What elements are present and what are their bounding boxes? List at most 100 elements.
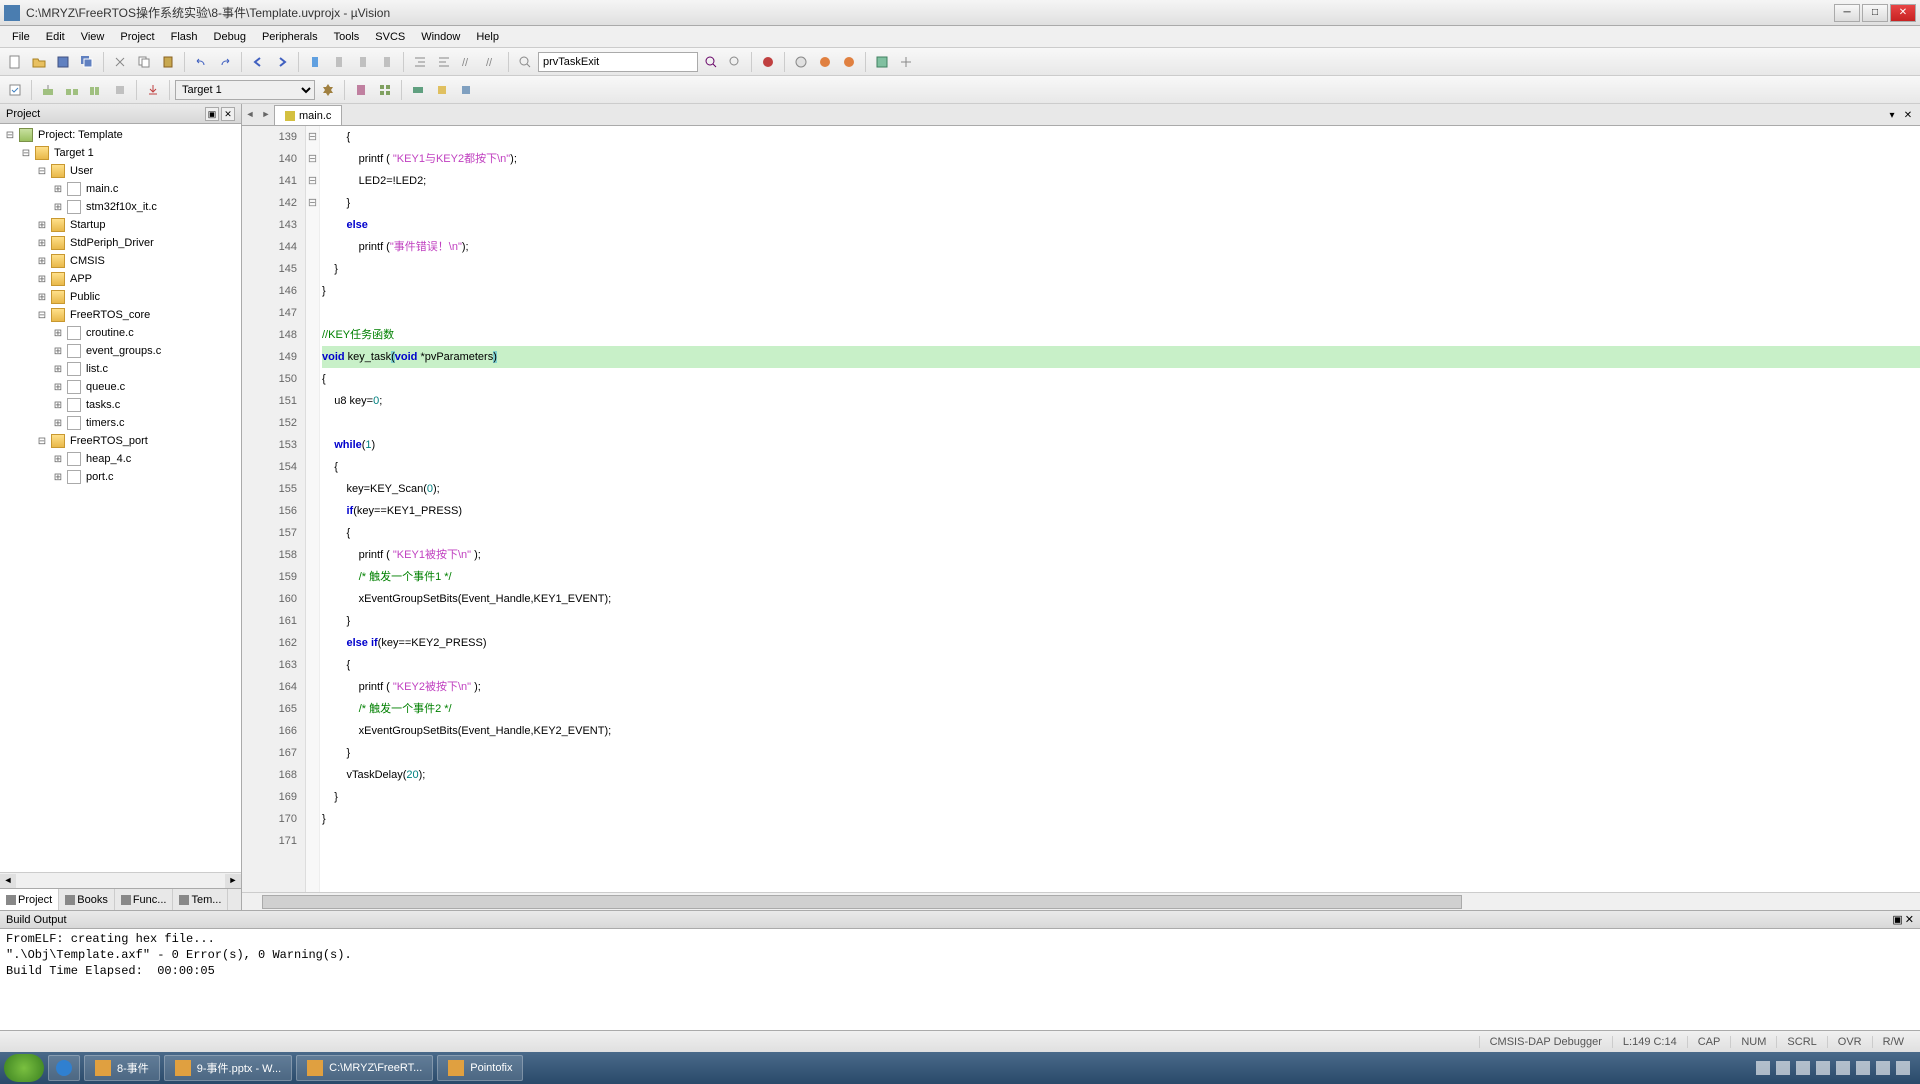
tray-icon[interactable]: [1876, 1061, 1890, 1075]
tree-file-tasks-c[interactable]: ⊞tasks.c: [0, 396, 241, 414]
system-tray[interactable]: [1756, 1061, 1916, 1075]
build-button[interactable]: [37, 79, 59, 101]
build-panel-close-button[interactable]: ✕: [1905, 913, 1914, 926]
tree-file-stm32f10x_it-c[interactable]: ⊞stm32f10x_it.c: [0, 198, 241, 216]
translate-button[interactable]: [4, 79, 26, 101]
tray-icon[interactable]: [1776, 1061, 1790, 1075]
cut-button[interactable]: [109, 51, 131, 73]
tree-group-app[interactable]: ⊞APP: [0, 270, 241, 288]
tree-group-user[interactable]: ⊟User: [0, 162, 241, 180]
tray-icon[interactable]: [1856, 1061, 1870, 1075]
menu-debug[interactable]: Debug: [206, 29, 254, 45]
tree-file-timers-c[interactable]: ⊞timers.c: [0, 414, 241, 432]
find-next-button[interactable]: [700, 51, 722, 73]
outdent-button[interactable]: [433, 51, 455, 73]
project-tree[interactable]: ⊟Project: Template⊟Target 1⊟User⊞main.c⊞…: [0, 124, 241, 872]
panel-tab-books[interactable]: Books: [59, 889, 115, 910]
undo-button[interactable]: [190, 51, 212, 73]
select-packs-button[interactable]: [431, 79, 453, 101]
debug-start-button[interactable]: [757, 51, 779, 73]
code-editor[interactable]: 1391401411421431441451461471481491501511…: [242, 126, 1920, 892]
maximize-button[interactable]: □: [1862, 4, 1888, 22]
editor-tab-main-c[interactable]: main.c: [274, 105, 342, 125]
taskbar-item[interactable]: 9-事件.pptx - W...: [164, 1055, 292, 1081]
bookmark-prev-button[interactable]: [328, 51, 350, 73]
window-button[interactable]: [871, 51, 893, 73]
tree-file-port-c[interactable]: ⊞port.c: [0, 468, 241, 486]
save-all-button[interactable]: [76, 51, 98, 73]
tray-icon[interactable]: [1796, 1061, 1810, 1075]
pack-installer-button[interactable]: [455, 79, 477, 101]
panel-tab-tem[interactable]: Tem...: [173, 889, 228, 910]
copy-button[interactable]: [133, 51, 155, 73]
taskbar-item[interactable]: 8-事件: [84, 1055, 160, 1081]
tab-scroll-left[interactable]: ◄: [242, 105, 258, 125]
tree-group-public[interactable]: ⊞Public: [0, 288, 241, 306]
manage-components-button[interactable]: [374, 79, 396, 101]
tray-icon[interactable]: [1756, 1061, 1770, 1075]
editor-close-button[interactable]: ✕: [1900, 109, 1916, 125]
panel-close-button[interactable]: ✕: [221, 107, 235, 121]
start-button[interactable]: [4, 1054, 44, 1082]
rebuild-button[interactable]: [61, 79, 83, 101]
tree-project-root[interactable]: ⊟Project: Template: [0, 126, 241, 144]
tree-file-event_groups-c[interactable]: ⊞event_groups.c: [0, 342, 241, 360]
tab-scroll-right[interactable]: ►: [258, 105, 274, 125]
menu-help[interactable]: Help: [468, 29, 507, 45]
tree-group-startup[interactable]: ⊞Startup: [0, 216, 241, 234]
menu-svcs[interactable]: SVCS: [367, 29, 413, 45]
breakpoint-enable-button[interactable]: [814, 51, 836, 73]
build-output-text[interactable]: FromELF: creating hex file... ".\Obj\Tem…: [0, 929, 1920, 1030]
tree-group-cmsis[interactable]: ⊞CMSIS: [0, 252, 241, 270]
nav-fwd-button[interactable]: [271, 51, 293, 73]
taskbar-item[interactable]: C:\MRYZ\FreeRT...: [296, 1055, 433, 1081]
config-button[interactable]: [895, 51, 917, 73]
editor-menu-button[interactable]: ▾: [1884, 109, 1900, 125]
panel-tab-project[interactable]: Project: [0, 889, 59, 910]
tree-file-heap_4-c[interactable]: ⊞heap_4.c: [0, 450, 241, 468]
menu-edit[interactable]: Edit: [38, 29, 73, 45]
build-panel-pin-button[interactable]: ▣: [1892, 913, 1902, 926]
tray-icon[interactable]: [1896, 1061, 1910, 1075]
bookmark-clear-button[interactable]: [376, 51, 398, 73]
menu-window[interactable]: Window: [413, 29, 468, 45]
breakpoint-kill-button[interactable]: [838, 51, 860, 73]
breakpoint-insert-button[interactable]: [790, 51, 812, 73]
stop-build-button[interactable]: [109, 79, 131, 101]
editor-hscroll[interactable]: [242, 892, 1920, 910]
taskbar-item[interactable]: Pointofix: [437, 1055, 523, 1081]
target-options-button[interactable]: [317, 79, 339, 101]
save-button[interactable]: [52, 51, 74, 73]
panel-tab-func[interactable]: Func...: [115, 889, 174, 910]
tray-icon[interactable]: [1836, 1061, 1850, 1075]
indent-button[interactable]: [409, 51, 431, 73]
manage-rte-button[interactable]: [407, 79, 429, 101]
menu-peripherals[interactable]: Peripherals: [254, 29, 326, 45]
tree-file-main-c[interactable]: ⊞main.c: [0, 180, 241, 198]
build-batch-button[interactable]: [85, 79, 107, 101]
incremental-find-button[interactable]: [724, 51, 746, 73]
project-hscroll[interactable]: ◄►: [0, 872, 241, 888]
find-combo[interactable]: [538, 52, 698, 72]
comment-button[interactable]: //: [457, 51, 479, 73]
open-button[interactable]: [28, 51, 50, 73]
target-select[interactable]: Target 1: [175, 80, 315, 100]
menu-project[interactable]: Project: [112, 29, 162, 45]
menu-tools[interactable]: Tools: [326, 29, 368, 45]
tree-file-list-c[interactable]: ⊞list.c: [0, 360, 241, 378]
tree-group-stdperiph_driver[interactable]: ⊞StdPeriph_Driver: [0, 234, 241, 252]
taskbar-ie-icon[interactable]: [48, 1055, 80, 1081]
tree-file-queue-c[interactable]: ⊞queue.c: [0, 378, 241, 396]
minimize-button[interactable]: ─: [1834, 4, 1860, 22]
tree-target[interactable]: ⊟Target 1: [0, 144, 241, 162]
tree-group-freertos_port[interactable]: ⊟FreeRTOS_port: [0, 432, 241, 450]
tree-group-freertos_core[interactable]: ⊟FreeRTOS_core: [0, 306, 241, 324]
new-button[interactable]: [4, 51, 26, 73]
manage-books-button[interactable]: [350, 79, 372, 101]
redo-button[interactable]: [214, 51, 236, 73]
uncomment-button[interactable]: //: [481, 51, 503, 73]
bookmark-button[interactable]: [304, 51, 326, 73]
menu-file[interactable]: File: [4, 29, 38, 45]
nav-back-button[interactable]: [247, 51, 269, 73]
menu-flash[interactable]: Flash: [163, 29, 206, 45]
